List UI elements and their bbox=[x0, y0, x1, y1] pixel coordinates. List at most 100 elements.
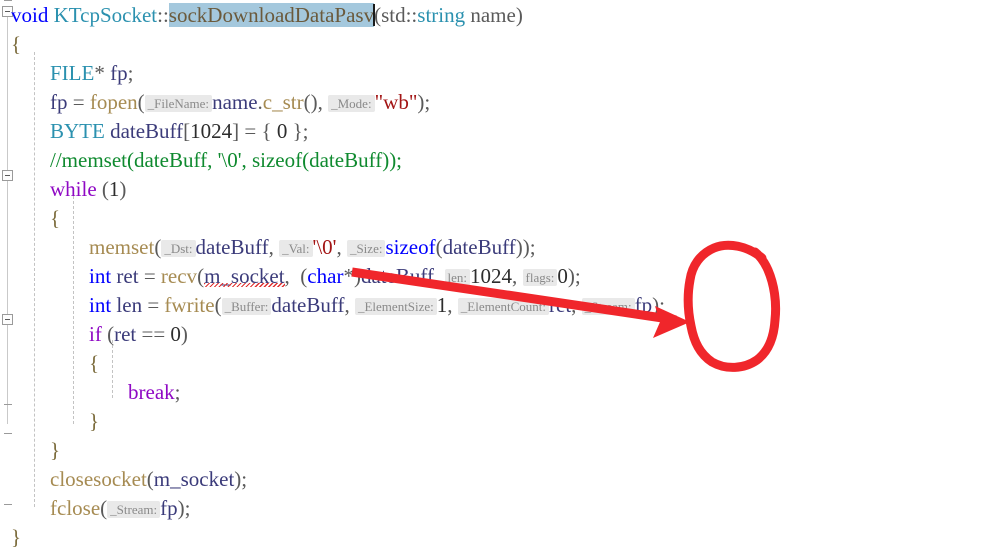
code-token: std bbox=[381, 3, 406, 27]
code-line[interactable]: } bbox=[11, 523, 21, 552]
code-token: :: bbox=[157, 3, 169, 27]
code-token: BYTE bbox=[50, 119, 105, 143]
code-token: , bbox=[336, 235, 347, 259]
code-line[interactable]: { bbox=[89, 349, 99, 378]
code-token: KTcpSocket bbox=[53, 3, 158, 27]
code-token: fp bbox=[110, 61, 128, 85]
code-token: int bbox=[89, 264, 112, 288]
code-token: ) bbox=[515, 3, 523, 27]
code-line[interactable]: closesocket(m_socket); bbox=[50, 465, 247, 494]
code-token: if bbox=[89, 322, 102, 346]
code-token: dateBuff bbox=[195, 235, 269, 259]
code-line[interactable]: memset(_Dst: dateBuff, _Val: '\0', _Size: s… bbox=[89, 233, 536, 262]
code-token: , bbox=[344, 293, 355, 317]
code-text-area[interactable]: void KTcpSocket::sockDownloadDataPasv( st… bbox=[0, 0, 998, 549]
inlay-parameter-hint: _Size: bbox=[346, 240, 386, 257]
code-line[interactable]: { bbox=[50, 204, 60, 233]
code-token: fclose bbox=[50, 496, 101, 520]
inlay-parameter-hint: flags: bbox=[522, 269, 558, 286]
code-token: ; bbox=[174, 380, 181, 404]
code-token: , bbox=[434, 264, 445, 288]
inlay-parameter-hint: _ElementSize: bbox=[354, 298, 437, 315]
code-token: }; bbox=[287, 119, 309, 143]
inlay-parameter-hint: _Mode: bbox=[328, 95, 375, 112]
code-line[interactable]: int ret = recv(m_socket, (char*)dateBuff… bbox=[89, 262, 581, 291]
code-line[interactable]: FILE* fp; bbox=[50, 59, 133, 88]
code-line[interactable]: //memset(dateBuff, '\0', sizeof(dateBuff… bbox=[50, 146, 402, 175]
inlay-parameter-hint: _Dst: bbox=[161, 240, 196, 257]
code-line[interactable]: int len = fwrite(_Buffer: dateBuff, _Elem… bbox=[89, 291, 665, 320]
code-token: 1 bbox=[436, 293, 448, 317]
code-token: ( bbox=[435, 235, 443, 259]
code-line[interactable]: if (ret == 0) bbox=[89, 320, 188, 349]
code-token: "wb" bbox=[374, 90, 418, 114]
code-token: ( bbox=[101, 322, 115, 346]
code-token: ret bbox=[116, 264, 139, 288]
code-token: , bbox=[571, 293, 582, 317]
code-token: sizeof bbox=[385, 235, 436, 259]
code-token: ( bbox=[146, 467, 154, 491]
code-token: ) bbox=[180, 322, 188, 346]
code-token: ( bbox=[197, 264, 205, 288]
code-token: ( bbox=[96, 177, 109, 201]
code-token: 0 bbox=[276, 119, 288, 143]
code-line[interactable]: fclose(_Stream: fp); bbox=[50, 494, 190, 523]
code-token: ( bbox=[214, 293, 222, 317]
code-token: (), bbox=[303, 90, 329, 114]
code-token: ( bbox=[137, 90, 145, 114]
code-line[interactable]: BYTE dateBuff[1024] = { 0 }; bbox=[50, 117, 309, 146]
code-token: 0 bbox=[170, 322, 181, 346]
code-token: fopen bbox=[89, 90, 138, 114]
code-token: = bbox=[67, 90, 90, 114]
inlay-parameter-hint: _Stream: bbox=[581, 298, 635, 315]
code-token: break bbox=[128, 380, 175, 404]
code-token: ); bbox=[234, 467, 248, 491]
code-token: FILE bbox=[50, 61, 95, 85]
code-token: ); bbox=[652, 293, 665, 317]
code-line[interactable]: { bbox=[11, 30, 21, 59]
code-token: dateBuff bbox=[360, 264, 435, 288]
code-line[interactable]: void KTcpSocket::sockDownloadDataPasv(st… bbox=[11, 1, 523, 30]
code-token: 1024 bbox=[190, 119, 233, 143]
code-token: } bbox=[50, 438, 61, 462]
code-token: fp bbox=[50, 90, 68, 114]
inlay-parameter-hint: _FileName: bbox=[144, 95, 213, 112]
code-token: 0 bbox=[557, 264, 568, 288]
code-token: closesocket bbox=[50, 467, 147, 491]
code-token: , bbox=[512, 264, 523, 288]
code-token: dateBuff bbox=[442, 235, 516, 259]
code-line[interactable]: break; bbox=[128, 378, 180, 407]
code-token: ret bbox=[114, 322, 137, 346]
code-token: ] = { bbox=[232, 119, 277, 143]
code-token: int bbox=[89, 293, 112, 317]
code-token: '\0' bbox=[312, 235, 337, 259]
inlay-parameter-hint: _Val: bbox=[279, 240, 313, 257]
code-token: ) bbox=[119, 177, 127, 201]
code-token: * bbox=[94, 61, 111, 85]
code-token: name bbox=[212, 90, 258, 114]
code-line[interactable]: } bbox=[89, 407, 99, 436]
code-token: = bbox=[142, 293, 165, 317]
code-token: string bbox=[417, 3, 466, 27]
code-token: fp bbox=[634, 293, 653, 317]
code-token: , bbox=[447, 293, 458, 317]
code-token: *) bbox=[343, 264, 361, 288]
code-line[interactable]: while (1) bbox=[50, 175, 126, 204]
inlay-parameter-hint: _Stream: bbox=[107, 501, 161, 518]
code-token: len bbox=[116, 293, 143, 317]
code-token: { bbox=[89, 351, 100, 375]
code-line[interactable]: fp = fopen(_FileName: name.c_str(), _Mode… bbox=[50, 88, 430, 117]
selected-identifier: sockDownloadDataPasv bbox=[168, 3, 375, 27]
inlay-parameter-hint: len: bbox=[444, 269, 471, 286]
error-underlined-identifier: m_socket bbox=[204, 264, 285, 288]
code-line[interactable]: } bbox=[50, 436, 60, 465]
code-editor-pane[interactable]: void KTcpSocket::sockDownloadDataPasv( st… bbox=[0, 0, 998, 549]
code-token: void bbox=[11, 3, 49, 27]
code-token: fwrite bbox=[164, 293, 215, 317]
code-token: { bbox=[50, 206, 61, 230]
code-token: } bbox=[89, 409, 100, 433]
code-token: dateBuff bbox=[110, 119, 184, 143]
code-token: , bbox=[268, 235, 280, 259]
code-token: } bbox=[11, 525, 22, 549]
code-comment: //memset(dateBuff, '\0', sizeof(dateBuff… bbox=[50, 148, 403, 172]
